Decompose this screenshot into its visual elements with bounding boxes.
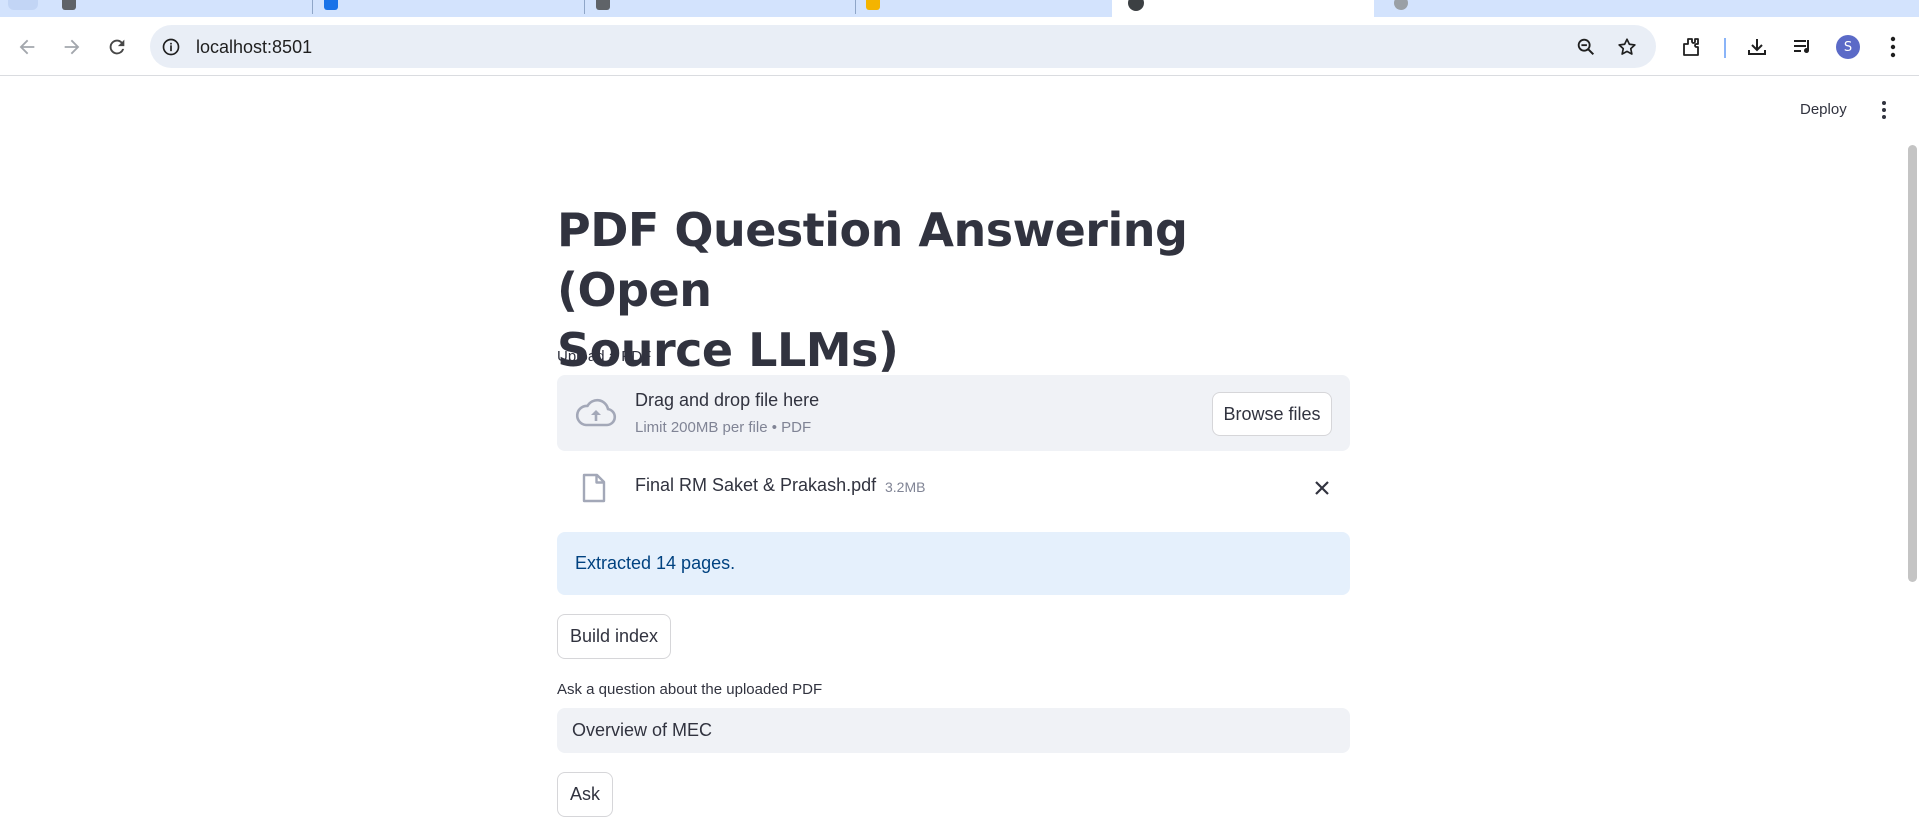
reload-button[interactable] [101,31,133,63]
toolbar-divider [1724,38,1726,58]
arrow-right-icon [64,39,80,55]
browser-menu-icon[interactable] [1879,33,1907,61]
question-label: Ask a question about the uploaded PDF [557,681,823,698]
tab-separator [855,0,856,14]
tab-favicon-icon [324,0,338,10]
info-alert-message: Extracted 14 pages. [575,553,736,573]
question-input-value[interactable]: Overview of MEC [572,720,712,741]
page-title-line-2: Source LLMs) [557,323,899,377]
media-controls-icon[interactable] [1789,33,1817,61]
browser-tab-strip [0,0,1919,20]
file-icon [582,473,606,503]
dropzone-instructions: Drag and drop file here [635,390,820,410]
browser-tab-4[interactable] [862,0,1102,17]
uploaded-file-name: Final RM Saket & Prakash.pdf [635,475,877,495]
bookmark-star-icon[interactable] [1615,35,1639,59]
browser-tab-6[interactable] [1384,0,1639,17]
browser-tab-3[interactable] [592,0,847,17]
tab-favicon-icon [1128,0,1144,11]
site-info-icon[interactable] [160,36,182,58]
remove-file-button[interactable] [1309,475,1335,501]
app-header: Deploy [0,77,1919,137]
arrow-left-icon [19,39,35,55]
browser-tab-1[interactable] [58,0,313,17]
zoom-icon[interactable] [1574,35,1598,59]
tab-favicon-icon [62,0,76,10]
tab-favicon-icon [866,0,880,10]
page-scrollbar[interactable] [1908,145,1917,582]
back-button[interactable] [11,31,43,63]
profile-avatar[interactable]: S [1836,35,1860,59]
page-title: PDF Question Answering (Open Source LLMs… [557,200,1350,380]
uploaded-file-size: 3.2MB [885,479,926,495]
main-content: PDF Question Answering (Open Source LLMs… [557,200,1350,380]
url-text[interactable]: localhost:8501 [196,36,312,58]
address-bar[interactable]: localhost:8501 [150,25,1656,68]
build-index-button[interactable]: Build index [557,614,671,659]
tab-separator [312,0,313,14]
cloud-upload-icon [575,398,617,427]
page-title-line-1: PDF Question Answering (Open [557,203,1188,317]
browse-files-button[interactable]: Browse files [1212,392,1332,436]
ask-button[interactable]: Ask [557,772,613,817]
uploaded-file-row: Final RM Saket & Prakash.pdf 3.2MB [557,460,1350,516]
extensions-icon[interactable] [1677,33,1705,61]
reload-icon [109,39,125,55]
tab-separator [584,0,585,14]
tab-favicon-icon [1394,0,1408,10]
file-dropzone[interactable]: Drag and drop file here Limit 200MB per … [557,375,1350,451]
tab-search-button[interactable] [8,0,40,17]
info-alert: Extracted 14 pages. [557,532,1350,595]
dropzone-limit: Limit 200MB per file • PDF [635,419,812,436]
close-icon [1315,481,1329,495]
upload-label: Upload a PDF [557,348,652,365]
question-input[interactable]: Overview of MEC [557,708,1350,753]
downloads-icon[interactable] [1743,33,1771,61]
forward-button[interactable] [56,31,88,63]
browser-tab-2[interactable] [320,0,575,17]
browser-toolbar: localhost:8501 S [0,17,1919,76]
deploy-button[interactable]: Deploy [1800,101,1847,118]
tab-favicon-icon [596,0,610,10]
app-menu-icon[interactable] [1876,97,1892,123]
tab-search-icon [8,0,38,10]
